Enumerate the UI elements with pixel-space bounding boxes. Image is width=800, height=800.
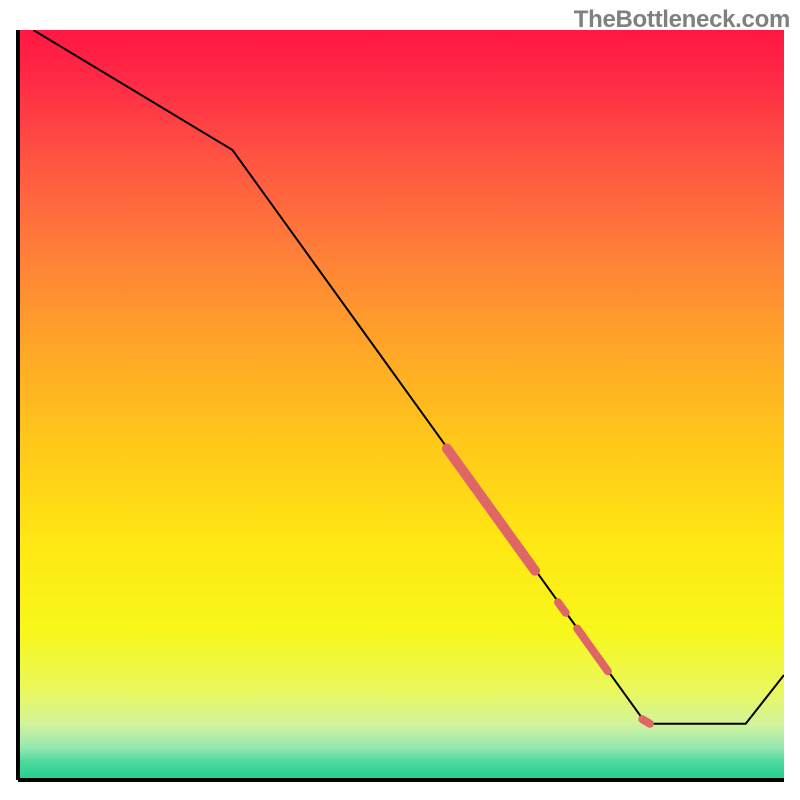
series-overlay-dot-2 [642,719,650,724]
bottleneck-chart [0,0,800,800]
chart-container: TheBottleneck.com [0,0,800,800]
watermark-text: TheBottleneck.com [574,6,790,34]
plot-background [18,30,784,780]
